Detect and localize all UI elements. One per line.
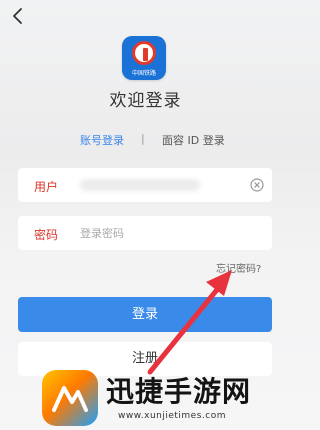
forgot-password-link[interactable]: 忘记密码? — [216, 260, 261, 275]
password-input[interactable] — [80, 224, 240, 242]
username-label: 用户 — [34, 180, 59, 194]
tab-account-login[interactable]: 账号登录 — [80, 132, 124, 148]
password-field: 密码 — [18, 216, 272, 250]
login-button[interactable]: 登录 — [18, 297, 272, 332]
back-button[interactable] — [8, 6, 28, 26]
username-field[interactable]: 用户 — [18, 168, 272, 202]
watermark-logo-icon — [42, 370, 98, 426]
railway-logo-icon — [132, 41, 156, 65]
login-tabs: 账号登录 | 面容 ID 登录 — [0, 132, 291, 150]
site-watermark: 迅捷手游网 www.xunjietimes.com — [38, 366, 288, 428]
clear-circle-icon[interactable] — [250, 178, 264, 192]
app-logo-text: 中国铁路 — [131, 70, 156, 77]
password-label: 密码 — [34, 228, 59, 242]
chevron-left-icon — [13, 8, 22, 24]
username-value-redacted — [80, 179, 200, 191]
app-logo: 中国铁路 — [122, 36, 166, 80]
page-title: 欢迎登录 — [109, 91, 182, 111]
tab-separator: | — [141, 132, 145, 145]
watermark-url: www.xunjietimes.com — [118, 411, 226, 421]
tab-face-id-login[interactable]: 面容 ID 登录 — [162, 132, 225, 148]
watermark-title: 迅捷手游网 — [106, 375, 252, 408]
